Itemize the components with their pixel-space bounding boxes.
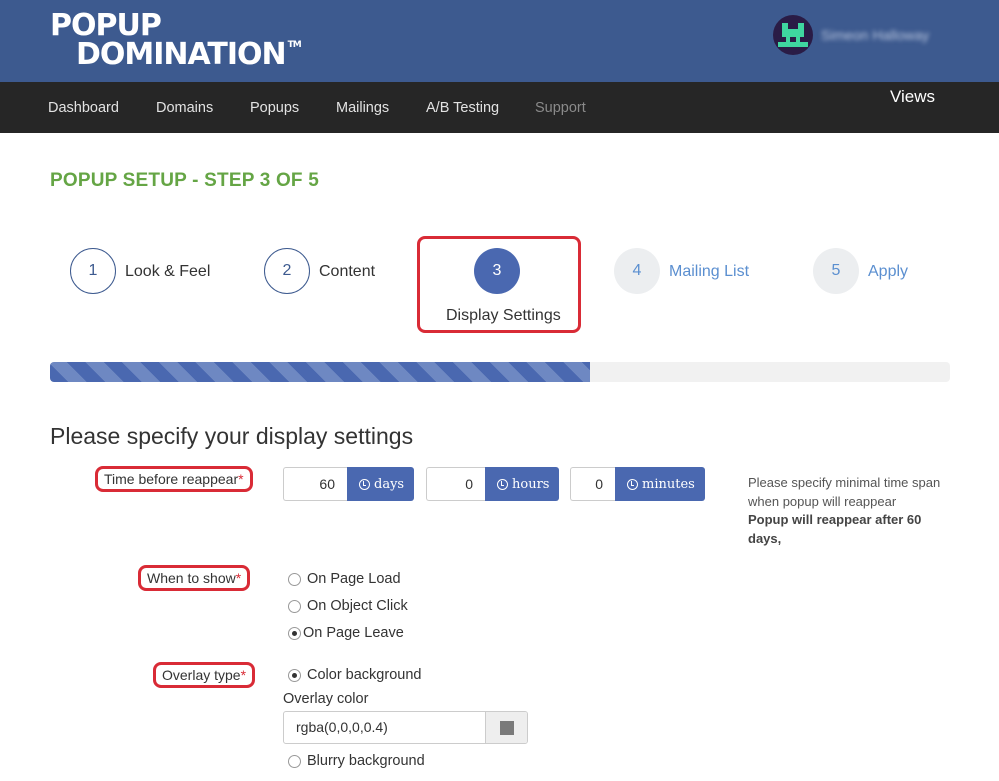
step-label: Apply (868, 263, 909, 280)
minutes-unit: minutes (642, 476, 695, 492)
main-nav: Dashboard Domains Popups Mailings A/B Te… (0, 82, 999, 133)
overlay-color-value[interactable]: rgba(0,0,0,0.4) (284, 712, 485, 743)
nav-popups[interactable]: Popups (250, 100, 299, 116)
setup-progress-bar (50, 362, 950, 382)
step-number: 3 (474, 248, 520, 294)
minutes-addon: minutes (615, 467, 705, 501)
required-mark: * (235, 570, 242, 586)
overlay-type-label: Overlay type* (153, 662, 256, 688)
field-label-text: When to show (147, 570, 236, 586)
radio-blurry-background[interactable]: Blurry background (288, 753, 425, 769)
days-input-group: 60 days (283, 467, 415, 501)
step-number: 2 (264, 248, 310, 294)
color-swatch-icon (499, 720, 514, 735)
user-menu[interactable]: Simeon Halloway (773, 15, 929, 55)
days-addon: days (347, 467, 415, 501)
step-number: 1 (70, 248, 116, 294)
views-label[interactable]: Views (890, 87, 935, 107)
top-header: POPUP DOMINATION TM Simeon Halloway (0, 0, 999, 82)
radio-button[interactable] (288, 754, 301, 768)
field-label-text: Time before reappear (104, 471, 239, 487)
page-title: POPUP SETUP - STEP 3 OF 5 (50, 170, 319, 191)
radio-button[interactable] (288, 668, 301, 682)
help-summary: Popup will reappear after 60 days, (748, 512, 922, 546)
overlay-color-input[interactable]: rgba(0,0,0,0.4) (283, 711, 528, 744)
nav-ab-testing[interactable]: A/B Testing (426, 100, 499, 116)
radio-label: On Page Load (307, 571, 401, 587)
hours-addon: hours (485, 467, 560, 501)
clock-icon (497, 478, 508, 490)
nav-mailings[interactable]: Mailings (336, 100, 389, 116)
time-before-reappear-label: Time before reappear* (95, 466, 253, 492)
days-input[interactable]: 60 (283, 467, 347, 501)
reappear-help: Please specify minimal time span when po… (748, 474, 958, 548)
radio-label: On Page Leave (303, 625, 404, 641)
radio-label: Blurry background (307, 753, 425, 769)
overlay-color-label: Overlay color (283, 691, 369, 707)
section-heading: Please specify your display settings (50, 423, 414, 449)
step-number: 5 (813, 248, 859, 294)
step-label: Content (319, 263, 376, 280)
hours-unit: hours (512, 476, 550, 492)
radio-label: On Object Click (307, 598, 408, 614)
radio-button[interactable] (288, 599, 301, 613)
required-mark: * (240, 667, 247, 683)
radio-button[interactable] (288, 626, 301, 640)
radio-color-background[interactable]: Color background (288, 667, 421, 683)
required-mark: * (238, 471, 244, 487)
nav-domains[interactable]: Domains (156, 100, 213, 116)
hours-input[interactable]: 0 (426, 467, 485, 501)
minutes-input-group: 0 minutes (570, 467, 705, 501)
avatar[interactable] (773, 15, 813, 55)
radio-on-object-click[interactable]: On Object Click (288, 598, 408, 614)
radio-label: Color background (307, 667, 422, 683)
user-name[interactable]: Simeon Halloway (821, 27, 929, 43)
radio-button[interactable] (288, 572, 301, 586)
step-label: Look & Feel (125, 263, 211, 280)
logo[interactable]: POPUP DOMINATION TM (50, 11, 302, 72)
field-label-text: Overlay type (162, 667, 241, 683)
when-to-show-label: When to show* (138, 565, 251, 591)
help-text: Please specify minimal time span when po… (748, 475, 941, 509)
step-label: Display Settings (446, 307, 561, 324)
step-label: Mailing List (669, 263, 750, 280)
color-picker-button[interactable] (485, 712, 527, 743)
clock-icon (627, 478, 638, 490)
minutes-input[interactable]: 0 (570, 467, 615, 501)
step-number: 4 (614, 248, 660, 294)
logo-trademark: TM (287, 39, 302, 50)
nav-support[interactable]: Support (535, 100, 586, 116)
clock-icon (359, 478, 370, 490)
progress-fill (50, 362, 590, 382)
logo-line2: DOMINATION (76, 36, 287, 72)
days-unit: days (374, 476, 405, 492)
hours-input-group: 0 hours (426, 467, 560, 501)
nav-dashboard[interactable]: Dashboard (48, 100, 119, 116)
radio-on-page-load[interactable]: On Page Load (288, 571, 401, 587)
radio-on-page-leave[interactable]: On Page Leave (288, 625, 404, 641)
